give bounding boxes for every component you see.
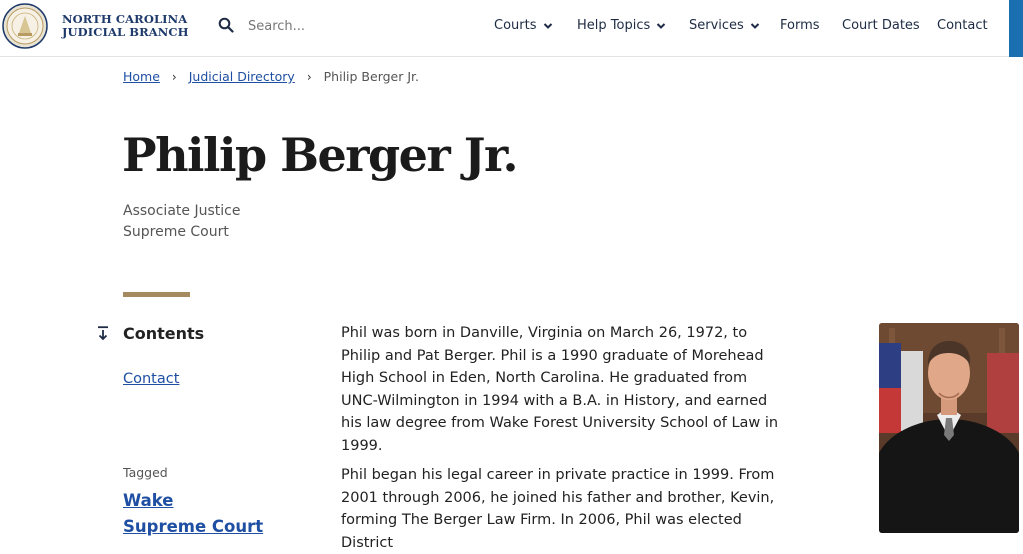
header-accent-bar — [1009, 0, 1023, 57]
section-divider — [123, 292, 190, 297]
contents-link-contact[interactable]: Contact — [123, 371, 179, 387]
chevron-down-icon — [750, 22, 760, 29]
bio-paragraph-2: Phil began his legal career in private p… — [341, 467, 775, 551]
chevron-down-icon — [657, 22, 666, 29]
judge-position: Associate Justice Supreme Court — [123, 201, 240, 243]
chevron-right-icon: › — [171, 69, 177, 84]
page-title: Philip Berger Jr. — [122, 128, 519, 182]
chevron-down-icon — [543, 22, 552, 29]
site-header: NORTH CAROLINA JUDICIAL BRANCH Courts He… — [0, 0, 1023, 57]
nav-help-topics[interactable]: Help Topics — [577, 18, 666, 33]
nav-court-dates[interactable]: Court Dates — [842, 18, 920, 33]
nav-forms-label: Forms — [780, 18, 820, 33]
chevron-right-icon: › — [306, 69, 312, 84]
brand-line-2: JUDICIAL BRANCH — [62, 25, 189, 39]
court-name: Supreme Court — [123, 224, 229, 240]
nav-contact[interactable]: Contact — [937, 18, 988, 33]
nav-courts-label: Courts — [494, 18, 537, 33]
breadcrumb-current: Philip Berger Jr. — [323, 69, 420, 84]
breadcrumb: Home › Judicial Directory › Philip Berge… — [123, 69, 419, 84]
tag-wake[interactable]: Wake — [123, 491, 173, 510]
nav-court-dates-label: Court Dates — [842, 18, 920, 33]
judge-portrait — [879, 323, 1019, 533]
tagged-label: Tagged — [123, 465, 168, 480]
nc-judicial-seal-icon[interactable] — [2, 3, 48, 49]
search-icon[interactable] — [218, 17, 234, 33]
tag-supreme-court[interactable]: Supreme Court — [123, 517, 263, 536]
breadcrumb-home[interactable]: Home — [123, 69, 160, 84]
brand-name[interactable]: NORTH CAROLINA JUDICIAL BRANCH — [62, 13, 189, 39]
nav-courts[interactable]: Courts — [494, 18, 553, 33]
search-input[interactable] — [248, 14, 448, 38]
nav-services-label: Services — [689, 18, 744, 33]
position-title: Associate Justice — [123, 203, 241, 219]
arrow-down-to-line-icon[interactable] — [97, 326, 109, 340]
nav-services[interactable]: Services — [689, 18, 760, 33]
nav-forms[interactable]: Forms — [780, 18, 820, 33]
breadcrumb-judicial-directory[interactable]: Judicial Directory — [189, 69, 295, 84]
nav-help-topics-label: Help Topics — [577, 18, 651, 33]
bio-paragraph-1: Phil was born in Danville, Virginia on M… — [341, 325, 779, 454]
nav-contact-label: Contact — [937, 18, 988, 33]
contents-heading[interactable]: Contents — [123, 324, 204, 343]
